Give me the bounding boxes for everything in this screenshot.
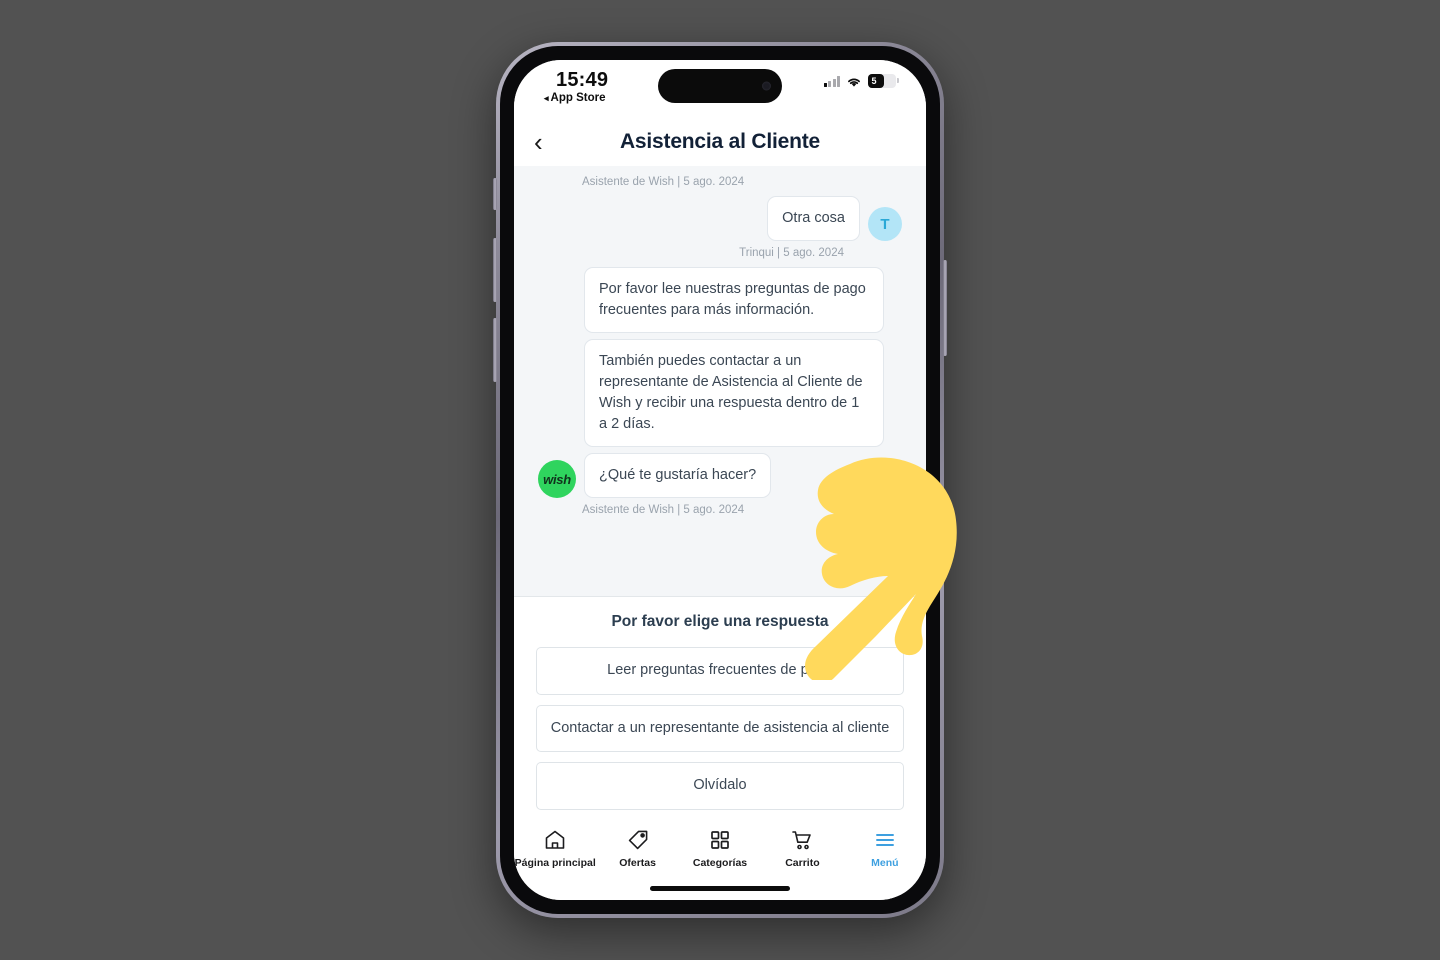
picker-title: Por favor elige una respuesta	[611, 613, 829, 630]
tag-icon	[626, 828, 650, 852]
message-bubble: Otra cosa	[767, 196, 860, 242]
status-bar-right: 5	[823, 70, 899, 88]
grid-icon	[708, 828, 732, 852]
tab-home[interactable]: Página principal	[514, 828, 596, 869]
response-picker: Por favor elige una respuesta Leer pregu…	[514, 596, 926, 830]
message-bubble: También puedes contactar a un representa…	[584, 339, 884, 448]
volume-up-button[interactable]	[493, 238, 497, 302]
message-bubble: ¿Qué te gustaría hacer?	[584, 453, 772, 499]
phone-screen: 15:49 ◂ App Store 5 ‹ Asistencia al Clie…	[514, 60, 926, 900]
tab-label: Carrito	[785, 857, 820, 869]
back-to-app-link[interactable]: ◂ App Store	[544, 92, 608, 105]
message-row-incoming: wish ¿Qué te gustaría hacer?	[538, 453, 902, 499]
option-nevermind[interactable]: Olvídalo	[536, 762, 904, 810]
home-icon	[543, 828, 567, 852]
tab-label: Menú	[871, 857, 899, 869]
tab-label: Página principal	[514, 857, 596, 869]
message-row-outgoing: Otra cosa T	[538, 196, 902, 242]
status-bar-left: 15:49 ◂ App Store	[544, 70, 608, 105]
tab-label: Categorías	[692, 857, 748, 869]
power-button[interactable]	[943, 260, 947, 356]
mute-switch-button[interactable]	[493, 178, 497, 210]
message-meta: Asistente de Wish | 5 ago. 2024	[582, 504, 745, 517]
home-indicator	[650, 886, 790, 891]
volume-down-button[interactable]	[493, 318, 497, 382]
front-camera-icon	[762, 81, 771, 91]
option-read-faq[interactable]: Leer preguntas frecuentes de pago	[536, 647, 904, 695]
page-title: Asistencia al Cliente	[619, 130, 821, 153]
tab-label: Ofertas	[619, 857, 656, 869]
back-triangle-icon: ◂	[544, 92, 549, 103]
dynamic-island	[658, 69, 782, 103]
battery-icon: 5	[868, 74, 899, 88]
status-bar: 15:49 ◂ App Store 5	[514, 60, 926, 118]
chat-thread[interactable]: Asistente de Wish | 5 ago. 2024 Otra cos…	[514, 166, 926, 596]
back-app-label: App Store	[550, 92, 606, 104]
message-meta: Trinqui | 5 ago. 2024	[739, 247, 844, 260]
tab-offers[interactable]: Ofertas	[596, 828, 678, 869]
message-bubble: Por favor lee nuestras preguntas de pago…	[584, 267, 884, 334]
option-contact-support[interactable]: Contactar a un representante de asistenc…	[536, 704, 904, 753]
message-row-incoming: También puedes contactar a un representa…	[538, 339, 902, 448]
avatar: T	[868, 207, 902, 242]
tab-categories[interactable]: Categorías	[679, 828, 761, 869]
wish-logo-avatar: wish	[538, 460, 576, 499]
phone-bezel: 15:49 ◂ App Store 5 ‹ Asistencia al Clie…	[500, 46, 940, 914]
cart-icon	[790, 828, 814, 852]
phone-device: 15:49 ◂ App Store 5 ‹ Asistencia al Clie…	[493, 42, 947, 918]
cellular-signal-icon	[823, 75, 840, 87]
message-row-incoming: Por favor lee nuestras preguntas de pago…	[538, 267, 902, 334]
wifi-icon	[846, 75, 862, 87]
page-header: ‹ Asistencia al Cliente	[514, 118, 926, 166]
status-time: 15:49	[556, 69, 609, 91]
hamburger-icon	[873, 828, 897, 852]
message-meta: Asistente de Wish | 5 ago. 2024	[582, 176, 745, 188]
tab-cart[interactable]: Carrito	[761, 828, 843, 869]
tab-menu[interactable]: Menú	[844, 828, 926, 869]
battery-percent: 5	[871, 76, 877, 86]
